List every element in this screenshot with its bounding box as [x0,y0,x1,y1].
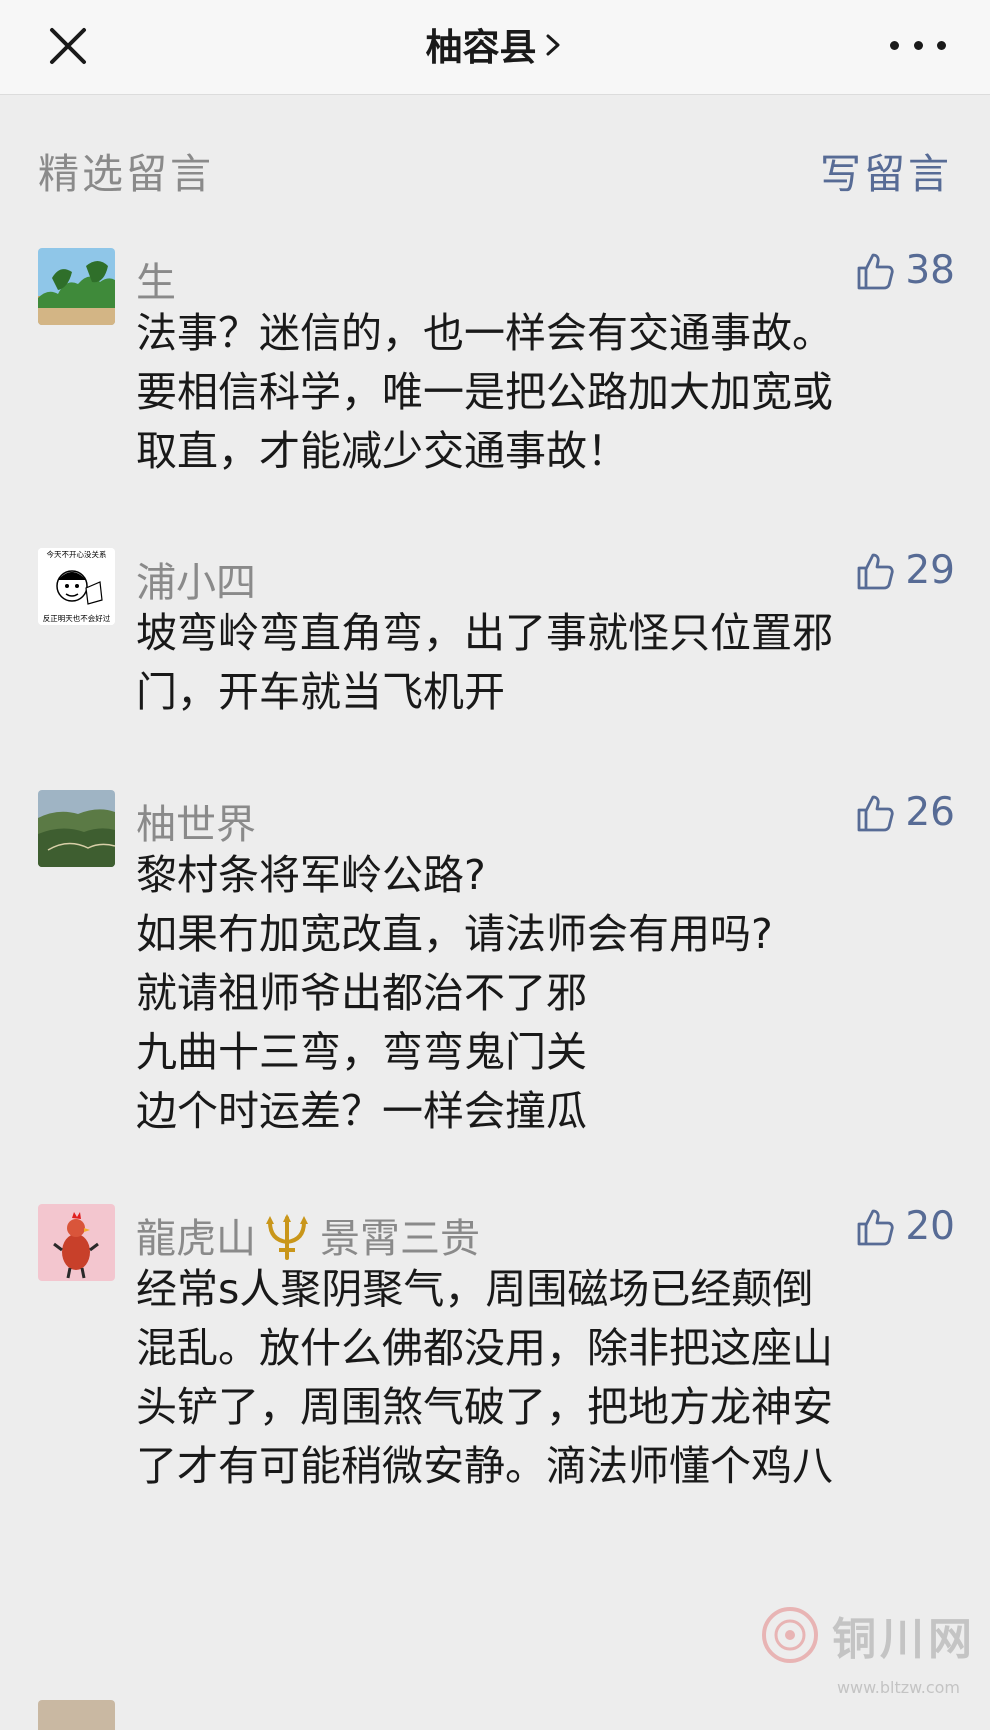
dot [937,40,946,50]
comment-text: 坡弯岭弯直角弯，出了事就怪只位置邪 门，开车就当飞机开 [136,604,956,722]
avatar-caption-bottom: 反正明天也不会好过 [43,613,111,623]
comment-text: 经常s人聚阴聚气，周围磁场已经颠倒 混乱。放什么佛都没用，除非把这座山 头铲了，… [136,1260,956,1496]
page-title: 柚容县 [425,26,537,69]
comment-line: 了才有可能稍微安静。滴法师懂个鸡八 [136,1442,833,1490]
comment-line: 取直，才能减少交通事故！ [136,427,628,475]
title-link[interactable]: 柚容县 [0,0,990,88]
comment-line: 如果冇加宽改直，请法师会有用吗? [136,910,773,958]
site-watermark: 铜川网 [758,1603,976,1667]
mountain-avatar-image [38,790,115,867]
thumbs-up-icon [857,253,894,289]
like-count: 29 [905,548,955,593]
avatar[interactable] [38,1700,115,1730]
watermark-logo-icon [762,1607,818,1663]
commenter-name: 生 [136,260,176,306]
comment-line: 坡弯岭弯直角弯，出了事就怪只位置邪 [136,609,833,657]
like-button[interactable]: 38 [855,248,955,293]
comment-line: 门，开车就当飞机开 [136,668,505,716]
comment-line: 经常s人聚阴聚气，周围磁场已经颠倒 [136,1265,814,1313]
avatar-caption-top: 今天不开心没关系 [47,549,107,559]
comment-line: 混乱。放什么佛都没用，除非把这座山 [136,1324,833,1372]
avatar[interactable] [38,248,115,325]
rooster-avatar-image [38,1204,115,1281]
comment-line: 九曲十三弯，弯弯鬼门关 [136,1028,587,1076]
avatar[interactable]: 今天不开心没关系 反正明天也不会好过 [38,548,115,625]
commenter-name-part: 龍虎山 [136,1216,256,1262]
avatar[interactable] [38,790,115,867]
commenter-name: 龍虎山 景霄三贵 [136,1206,480,1264]
comment-text: 黎村条将军岭公路? 如果冇加宽改直，请法师会有用吗? 就请祖师爷出都治不了邪 九… [136,846,956,1141]
commenter-name-part: 景霄三贵 [320,1216,480,1262]
commenter-name: 浦小四 [136,560,256,606]
comment-line: 边个时运差？一样会撞瓜 [136,1087,587,1135]
top-nav-bar: 柚容县 [0,0,990,95]
avatar[interactable] [38,1204,115,1281]
write-comment-button[interactable]: 写留言 [820,140,952,200]
featured-comments-title: 精选留言 [38,150,214,198]
watermark-url: www.bltzw.com [836,1678,960,1697]
like-count: 38 [905,248,955,293]
dot [890,40,899,50]
like-button[interactable]: 29 [855,548,955,593]
comment-line: 就请祖师爷出都治不了邪 [136,969,587,1017]
comment-line: 要相信科学，唯一是把公路加大加宽或 [136,368,833,416]
landscape-avatar-image [38,248,115,325]
more-dots-icon[interactable] [890,30,946,60]
watermark-text: 铜川网 [832,1614,976,1665]
thumbs-up-icon [857,795,894,831]
like-button[interactable]: 26 [855,790,955,835]
like-count: 26 [905,790,955,835]
commenter-name: 柚世界 [136,802,256,848]
chevron-right-icon [546,34,559,56]
comment-line: 头铲了，周围煞气破了，把地方龙神安 [136,1383,833,1431]
comment-line: 法事？迷信的，也一样会有交通事故。 [136,309,833,357]
like-count: 20 [905,1204,955,1249]
comment-line: 黎村条将军岭公路? [136,851,486,899]
comment-text: 法事？迷信的，也一样会有交通事故。 要相信科学，唯一是把公路加大加宽或 取直，才… [136,304,956,481]
dot [913,40,923,50]
thumbs-up-icon [857,553,894,589]
trident-icon [266,1214,308,1260]
meme-avatar-image: 今天不开心没关系 反正明天也不会好过 [38,548,115,625]
like-button[interactable]: 20 [855,1204,955,1249]
thumbs-up-icon [857,1209,894,1245]
